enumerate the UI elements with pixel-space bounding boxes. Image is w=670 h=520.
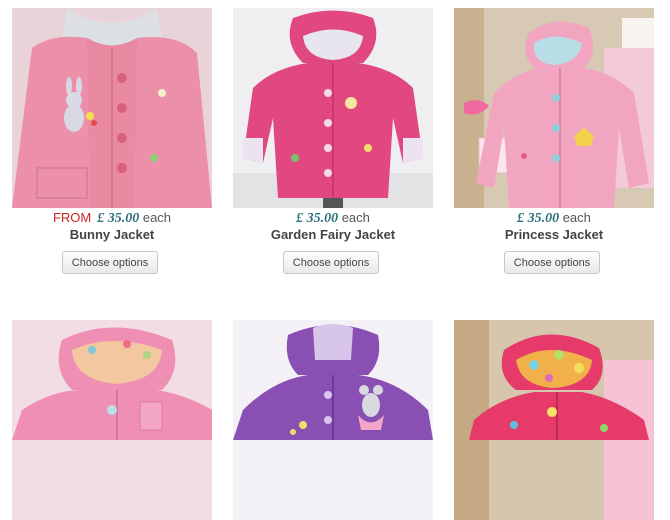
- from-label: FROM: [52, 210, 92, 225]
- price-amount: £ 35.00: [97, 211, 140, 226]
- price-each: each: [341, 210, 370, 225]
- product-image-bunny-jacket[interactable]: [12, 8, 212, 208]
- choose-options-button-bunny[interactable]: Choose options: [62, 251, 158, 274]
- price-amount: £ 35.00: [296, 211, 339, 226]
- product-image-pink-hearts-jacket[interactable]: [12, 320, 212, 520]
- price-line: £ 35.00 each: [233, 210, 433, 227]
- product-title-princess-jacket[interactable]: Princess Jacket: [454, 227, 654, 242]
- product-image-red-floral-jacket[interactable]: [454, 320, 654, 520]
- price-each: each: [142, 210, 172, 225]
- product-image-purple-mouse-jacket[interactable]: [233, 320, 433, 520]
- price-line: £ 35.00 each: [454, 210, 654, 227]
- price-line: FROM £ 35.00 each: [12, 210, 212, 227]
- product-image-princess-jacket[interactable]: [454, 8, 654, 208]
- product-image-garden-fairy-jacket[interactable]: [233, 8, 433, 208]
- product-title-garden-fairy-jacket[interactable]: Garden Fairy Jacket: [233, 227, 433, 242]
- price-each: each: [562, 210, 591, 225]
- price-amount: £ 35.00: [517, 211, 560, 226]
- choose-options-button-garden-fairy[interactable]: Choose options: [283, 251, 379, 274]
- product-title-bunny-jacket[interactable]: Bunny Jacket: [12, 227, 212, 242]
- choose-options-button-princess[interactable]: Choose options: [504, 251, 600, 274]
